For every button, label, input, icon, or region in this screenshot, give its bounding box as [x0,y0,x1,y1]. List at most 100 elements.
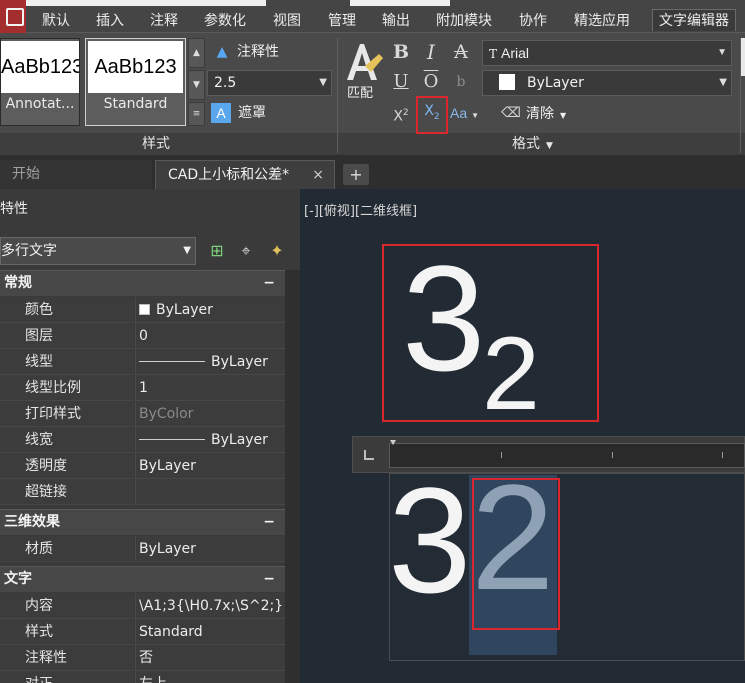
indent-marker[interactable] [390,440,396,445]
text-height-select[interactable]: 2.5 ▼ [207,70,332,96]
style-sample-text: AaBb123 [1,41,79,93]
chevron-down-icon: ▼ [560,111,567,120]
property-row[interactable]: 注释性 否 [0,645,285,671]
property-value[interactable]: 0 [135,323,285,349]
property-value[interactable] [135,479,285,505]
property-value[interactable]: 否 [135,645,285,671]
style-name: Standard [103,96,168,112]
property-row[interactable]: 样式 Standard [0,619,285,645]
style-name: Annotat... [5,96,75,112]
panel-divider [337,38,338,153]
property-key: 超链接 [0,479,134,505]
collapse-icon[interactable]: − [263,271,275,295]
style-standard-card[interactable]: AaBb123 Standard [85,38,186,126]
editor-base-digit[interactable]: 3 [388,465,471,615]
tab-drawing[interactable]: CAD上小标和公差* × [155,160,335,189]
format-panel-title[interactable]: 格式 ▼ [512,135,553,155]
italic-button[interactable]: I [420,40,442,64]
toggle-pickadd-icon[interactable]: ⊞ [206,240,228,262]
strikethrough-button[interactable]: A [450,40,472,64]
style-scroll-up-button[interactable]: ▲ [188,38,205,68]
new-tab-button[interactable]: + [343,164,369,185]
ruler-tick [612,452,613,458]
property-value[interactable]: \A1;3{\H0.7x;\S^2;} [135,593,285,619]
bold-button[interactable]: B [390,40,412,64]
tab-output[interactable]: 输出 [382,10,410,32]
viewport-controls[interactable]: [-][俯视][二维线框] [304,200,417,219]
category-text[interactable]: 文字 − [0,566,285,592]
tab-insert[interactable]: 插入 [96,10,124,32]
chevron-down-icon: ▼ [183,245,191,256]
color-swatch [139,304,150,315]
properties-scrollbar[interactable] [285,270,300,683]
property-key: 注释性 [0,645,134,671]
tab-parametric[interactable]: 参数化 [204,10,246,32]
object-type-select[interactable]: 多行文字 ▼ [0,237,196,265]
property-value[interactable]: ByLayer [135,453,285,479]
stack-button[interactable]: b [450,70,472,94]
property-row[interactable]: 材质 ByLayer [0,536,285,562]
style-annotative-card[interactable]: AaBb123 Annotat... [0,38,80,126]
change-case-label: Aa [450,105,468,121]
font-select[interactable]: T Arial ▼ [482,40,732,66]
style-panel-title: 样式 [142,136,170,152]
category-label: 文字 [4,571,32,587]
collapse-icon[interactable]: − [263,567,275,591]
property-row[interactable]: 颜色 ByLayer [0,297,285,323]
property-row[interactable]: 透明度 ByLayer [0,453,285,479]
mask-icon: A [211,103,231,123]
tab-featured-apps[interactable]: 精选应用 [574,10,630,32]
application-menu-button[interactable] [0,0,26,33]
category-3d-effects[interactable]: 三维效果 − [0,509,285,535]
property-value[interactable]: 左上 [135,671,285,683]
property-value-text: ByLayer [156,302,213,318]
category-label: 常规 [4,275,32,291]
tab-view[interactable]: 视图 [273,10,301,32]
superscript-base: X [393,108,403,125]
property-row[interactable]: 超链接 [0,479,285,505]
style-gallery-expand-button[interactable]: ≡ [188,102,205,126]
property-value: ByColor [135,401,285,427]
overline-button[interactable]: O [420,70,442,94]
tab-collaborate[interactable]: 协作 [519,10,547,32]
property-row[interactable]: 内容 \A1;3{\H0.7x;\S^2;} [0,593,285,619]
tab-start[interactable]: 开始 [0,160,152,189]
tab-default[interactable]: 默认 [42,10,70,32]
tab-manage[interactable]: 管理 [328,10,356,32]
chevron-down-icon: ▼ [471,111,480,120]
property-value[interactable]: 1 [135,375,285,401]
superscript-button[interactable]: X2 [390,102,412,128]
quick-select-icon[interactable]: ✦ [266,240,288,262]
style-scroll-down-button[interactable]: ▼ [188,70,205,100]
property-value[interactable]: Standard [135,619,285,645]
property-row[interactable]: 线型比例 1 [0,375,285,401]
annotative-button[interactable]: 注释性 [237,42,279,62]
match-button[interactable]: 匹配 [347,86,373,102]
property-row[interactable]: 线宽 ByLayer [0,427,285,453]
close-icon[interactable]: × [312,161,324,190]
property-value[interactable]: ByLayer [135,427,285,453]
property-row[interactable]: 线型 ByLayer [0,349,285,375]
property-row[interactable]: 打印样式 ByColor [0,401,285,427]
tab-addins[interactable]: 附加模块 [436,10,492,32]
category-general[interactable]: 常规 − [0,270,285,296]
underline-button[interactable]: U [390,70,412,94]
tab-annotate[interactable]: 注释 [150,10,178,32]
collapse-icon[interactable]: − [263,510,275,534]
property-value-text: ByLayer [211,432,268,448]
property-value-text: ByLayer [211,354,268,370]
mask-button[interactable]: 遮罩 [238,103,266,123]
tab-drawing-label: CAD上小标和公差* [168,167,290,183]
property-row[interactable]: 对正 左上 [0,671,285,683]
select-objects-icon[interactable]: ⌖ [235,240,257,262]
property-value[interactable]: ByLayer [135,297,285,323]
text-color-select[interactable]: ByLayer ▼ [482,70,732,96]
change-case-button[interactable]: Aa ▼ [450,102,486,127]
property-row[interactable]: 图层 0 [0,323,285,349]
tab-text-editor[interactable]: 文字编辑器 [652,9,736,31]
clear-button[interactable]: 清除 ▼ [526,104,566,126]
property-value[interactable]: ByLayer [135,349,285,375]
property-value[interactable]: ByLayer [135,536,285,562]
window-edge [741,38,745,76]
tab-type-icon[interactable] [364,450,374,460]
